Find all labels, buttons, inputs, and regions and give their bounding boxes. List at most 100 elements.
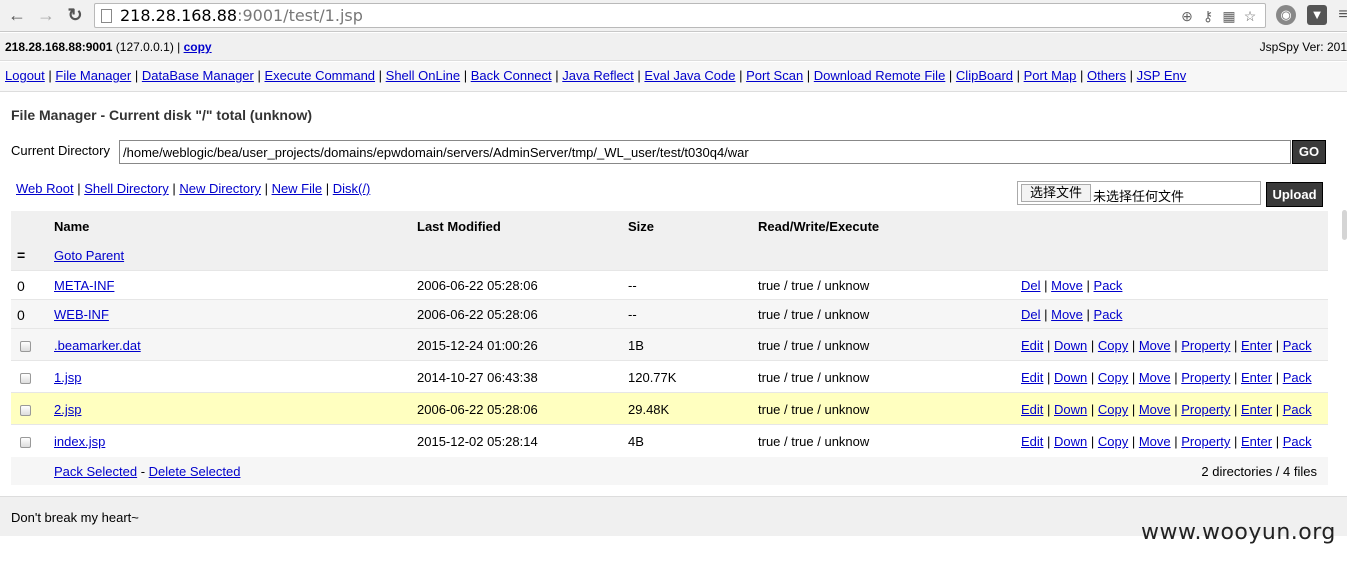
quick-link-shell-directory[interactable]: Shell Directory xyxy=(84,181,169,196)
action-down-link[interactable]: Down xyxy=(1054,434,1087,449)
menu-item-download-remote-file[interactable]: Download Remote File xyxy=(814,68,946,83)
action-pack-link[interactable]: Pack xyxy=(1094,307,1123,322)
menu-item-jsp-env[interactable]: JSP Env xyxy=(1137,68,1187,83)
action-enter-link[interactable]: Enter xyxy=(1241,338,1272,353)
action-move-link[interactable]: Move xyxy=(1051,307,1083,322)
goto-parent-link[interactable]: Goto Parent xyxy=(54,248,124,263)
action-edit-link[interactable]: Edit xyxy=(1021,338,1043,353)
extension-globe-icon[interactable]: ◉ xyxy=(1276,5,1296,25)
action-move-link[interactable]: Move xyxy=(1051,278,1083,293)
file-upload-input[interactable]: 选择文件 未选择任何文件 xyxy=(1017,181,1261,205)
menu-item-database-manager[interactable]: DataBase Manager xyxy=(142,68,254,83)
action-pack-link[interactable]: Pack xyxy=(1283,434,1312,449)
checkbox-icon[interactable] xyxy=(20,341,31,352)
modified-cell: 2015-12-02 05:28:14 xyxy=(417,434,538,449)
action-pack-link[interactable]: Pack xyxy=(1283,402,1312,417)
action-edit-link[interactable]: Edit xyxy=(1021,402,1043,417)
file-name-link[interactable]: 1.jsp xyxy=(54,370,81,385)
quick-link-web-root[interactable]: Web Root xyxy=(16,181,74,196)
choose-file-button[interactable]: 选择文件 xyxy=(1021,184,1092,202)
current-directory-input[interactable] xyxy=(119,140,1291,164)
quick-link-disk[interactable]: Disk(/) xyxy=(333,181,371,196)
action-copy-link[interactable]: Copy xyxy=(1098,370,1128,385)
file-checkbox[interactable] xyxy=(20,404,31,419)
action-pack-link[interactable]: Pack xyxy=(1283,370,1312,385)
action-move-link[interactable]: Move xyxy=(1139,434,1171,449)
reload-icon[interactable]: ↻ xyxy=(64,4,86,26)
action-property-link[interactable]: Property xyxy=(1181,370,1230,385)
checkbox-icon[interactable] xyxy=(20,405,31,416)
menu-item-port-scan[interactable]: Port Scan xyxy=(746,68,803,83)
upload-button[interactable]: Upload xyxy=(1266,182,1323,207)
action-del-link[interactable]: Del xyxy=(1021,278,1041,293)
action-down-link[interactable]: Down xyxy=(1054,402,1087,417)
file-name-link[interactable]: .beamarker.dat xyxy=(54,338,141,353)
checkbox-icon[interactable] xyxy=(20,373,31,384)
action-property-link[interactable]: Property xyxy=(1181,402,1230,417)
key-icon[interactable]: ⚷ xyxy=(1200,8,1216,24)
action-pack-link[interactable]: Pack xyxy=(1094,278,1123,293)
copy-link[interactable]: copy xyxy=(184,40,212,54)
menu-item-java-reflect[interactable]: Java Reflect xyxy=(562,68,634,83)
action-move-link[interactable]: Move xyxy=(1139,338,1171,353)
action-property-link[interactable]: Property xyxy=(1181,434,1230,449)
action-move-link[interactable]: Move xyxy=(1139,370,1171,385)
action-copy-link[interactable]: Copy xyxy=(1098,402,1128,417)
dir-name-link[interactable]: WEB-INF xyxy=(54,307,109,322)
action-separator: | xyxy=(1230,434,1241,449)
link-separator: | xyxy=(260,181,272,196)
menu-item-shell-online[interactable]: Shell OnLine xyxy=(386,68,460,83)
action-move-link[interactable]: Move xyxy=(1139,402,1171,417)
action-edit-link[interactable]: Edit xyxy=(1021,434,1043,449)
action-property-link[interactable]: Property xyxy=(1181,338,1230,353)
file-checkbox[interactable] xyxy=(20,436,31,451)
menu-item-others[interactable]: Others xyxy=(1087,68,1126,83)
menu-item-clipboard[interactable]: ClipBoard xyxy=(956,68,1013,83)
action-copy-link[interactable]: Copy xyxy=(1098,434,1128,449)
file-checkbox[interactable] xyxy=(20,372,31,387)
translate-icon[interactable]: ▦ xyxy=(1221,8,1237,24)
action-separator: | xyxy=(1272,370,1283,385)
action-enter-link[interactable]: Enter xyxy=(1241,402,1272,417)
action-enter-link[interactable]: Enter xyxy=(1241,434,1272,449)
action-enter-link[interactable]: Enter xyxy=(1241,370,1272,385)
scrollbar[interactable] xyxy=(1342,210,1347,240)
menu-item-logout[interactable]: Logout xyxy=(5,68,45,83)
zoom-icon[interactable]: ⊕ xyxy=(1179,8,1195,24)
action-down-link[interactable]: Down xyxy=(1054,370,1087,385)
action-separator: | xyxy=(1128,338,1139,353)
action-edit-link[interactable]: Edit xyxy=(1021,370,1043,385)
quick-link-new-file[interactable]: New File xyxy=(272,181,323,196)
menu-item-eval-java-code[interactable]: Eval Java Code xyxy=(644,68,735,83)
bookmark-star-icon[interactable]: ☆ xyxy=(1242,8,1258,24)
action-copy-link[interactable]: Copy xyxy=(1098,338,1128,353)
delete-selected-link[interactable]: Delete Selected xyxy=(149,464,241,479)
go-button[interactable]: GO xyxy=(1292,140,1326,164)
url-host: 218.28.168.88 xyxy=(120,6,238,25)
action-pack-link[interactable]: Pack xyxy=(1283,338,1312,353)
file-name-link[interactable]: index.jsp xyxy=(54,434,105,449)
action-separator: | xyxy=(1230,402,1241,417)
action-down-link[interactable]: Down xyxy=(1054,338,1087,353)
file-row: .beamarker.dat 2015-12-24 01:00:26 1B true … xyxy=(11,328,1328,360)
extension-shield-icon[interactable]: ▼ xyxy=(1307,5,1327,25)
file-name-link[interactable]: 2.jsp xyxy=(54,402,81,417)
menu-icon[interactable]: ≡ xyxy=(1333,5,1347,25)
file-checkbox[interactable] xyxy=(20,340,31,355)
quick-link-new-directory[interactable]: New Directory xyxy=(179,181,261,196)
menu-item-back-connect[interactable]: Back Connect xyxy=(471,68,552,83)
dir-name-link[interactable]: META-INF xyxy=(54,278,114,293)
checkbox-icon[interactable] xyxy=(20,437,31,448)
forward-icon[interactable]: → xyxy=(35,4,57,26)
pack-selected-link[interactable]: Pack Selected xyxy=(54,464,137,479)
menu-item-file-manager[interactable]: File Manager xyxy=(55,68,131,83)
menu-separator: | xyxy=(803,68,814,83)
menu-item-port-map[interactable]: Port Map xyxy=(1024,68,1077,83)
table-footer: Pack Selected - Delete Selected 2 direct… xyxy=(11,457,1328,485)
action-del-link[interactable]: Del xyxy=(1021,307,1041,322)
address-bar[interactable]: 218.28.168.88:9001/test/1.jsp ⊕ ⚷ ▦ ☆ xyxy=(94,3,1266,28)
watermark: www.wooyun.org xyxy=(1141,520,1336,545)
header-size: Size xyxy=(628,219,655,234)
menu-item-execute-command[interactable]: Execute Command xyxy=(264,68,375,83)
back-icon[interactable]: ← xyxy=(6,4,28,26)
